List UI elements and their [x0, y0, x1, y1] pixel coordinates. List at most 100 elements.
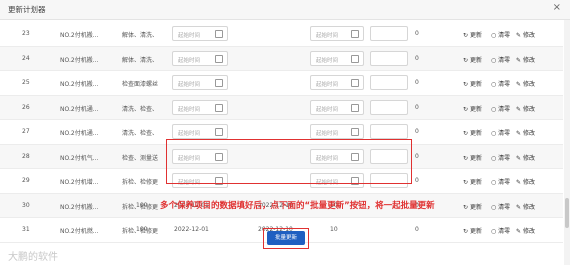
clear-button[interactable]: ○ 清零 — [491, 202, 510, 211]
start-date-input-2[interactable]: 起始时间 — [310, 26, 364, 41]
update-button[interactable]: ↻ 更新 — [463, 153, 482, 162]
quantity-input[interactable] — [370, 26, 408, 41]
edit-button[interactable]: ✎ 修改 — [516, 30, 535, 39]
start-date-input[interactable]: 起始时间 — [172, 50, 228, 66]
count-value: 0 — [415, 226, 419, 233]
calendar-icon — [351, 30, 359, 38]
start-date-input-2[interactable]: 起始时间 — [310, 75, 364, 90]
update-button[interactable]: ↻ 更新 — [463, 30, 482, 39]
item-name: NO.2付机通... — [60, 105, 99, 113]
count-value: 0 — [415, 79, 419, 86]
row-number: 25 — [22, 79, 30, 86]
quantity-input[interactable] — [370, 50, 408, 66]
quantity-input[interactable] — [370, 124, 408, 139]
scrollbar[interactable] — [564, 20, 570, 265]
clear-button[interactable]: ○ 清零 — [491, 128, 510, 137]
edit-button[interactable]: ✎ 修改 — [516, 153, 535, 162]
close-icon[interactable]: × — [553, 2, 561, 13]
count-value: 0 — [415, 30, 419, 37]
item-name: NO.2付机搬... — [60, 203, 99, 211]
item-name: NO.2付机搬... — [60, 56, 99, 64]
calendar-icon — [351, 103, 359, 112]
scrollbar-thumb[interactable] — [565, 198, 569, 228]
calendar-icon — [215, 54, 223, 63]
clear-button[interactable]: ○ 清零 — [491, 55, 510, 64]
table-row: 23 NO.2付机搬... 解体、清洗、... 起始时间 起始时间 0 ↻ 更新… — [0, 22, 563, 47]
update-button[interactable]: ↻ 更新 — [463, 79, 482, 88]
start-date-input[interactable]: 起始时间 — [172, 124, 228, 139]
table-row: 24 NO.2付机搬... 解体、清洗、... 起始时间 起始时间 0 ↻ 更新… — [0, 46, 563, 71]
calendar-icon — [351, 128, 359, 136]
item-description: 清洗、检查、... — [122, 105, 158, 113]
edit-button[interactable]: ✎ 修改 — [516, 226, 535, 235]
update-button[interactable]: ↻ 更新 — [463, 128, 482, 137]
start-date-input-2[interactable]: 起始时间 — [310, 50, 364, 66]
row-number: 23 — [22, 30, 30, 37]
item-name: NO.2付机增... — [60, 179, 99, 186]
count-value: 0 — [415, 128, 419, 135]
edit-button[interactable]: ✎ 修改 — [516, 128, 535, 137]
calendar-icon — [351, 54, 359, 63]
count-value: 0 — [415, 103, 419, 111]
clear-button[interactable]: ○ 清零 — [491, 30, 510, 39]
row-number: 29 — [22, 177, 30, 184]
edit-button[interactable]: ✎ 修改 — [516, 79, 535, 88]
item-description: 解体、清洗、... — [122, 32, 158, 39]
clear-button[interactable]: ○ 清零 — [491, 153, 510, 162]
cycle-value: 100 — [136, 201, 148, 209]
quantity-input[interactable] — [370, 99, 408, 115]
quantity-input[interactable] — [370, 75, 408, 90]
row-number: 27 — [22, 128, 30, 135]
watermark: 大鹏的软件 — [8, 252, 58, 263]
cycle-value: 100 — [136, 226, 148, 233]
calendar-icon — [351, 79, 359, 87]
count-value: 0 — [415, 177, 419, 184]
item-name: NO.2付机搬... — [60, 81, 99, 88]
start-date-input-2[interactable]: 起始时间 — [310, 124, 364, 139]
row-number: 26 — [22, 103, 30, 111]
row-number: 31 — [22, 226, 30, 233]
calendar-icon — [215, 30, 223, 38]
dialog-titlebar: 更新计划器 × — [0, 0, 570, 20]
table-row: 26 NO.2付机通... 清洗、检查、... 起始时间 起始时间 0 ↻ 更新… — [0, 95, 563, 120]
quantity-value: 10 — [330, 226, 338, 233]
update-button[interactable]: ↻ 更新 — [463, 202, 482, 211]
count-value: 0 — [415, 152, 419, 160]
item-name: NO.2付机搬... — [60, 32, 99, 39]
calendar-icon — [215, 79, 223, 87]
clear-button[interactable]: ○ 清零 — [491, 226, 510, 235]
item-name: NO.2付机燃... — [60, 228, 99, 235]
clear-button[interactable]: ○ 清零 — [491, 104, 510, 113]
item-description: 检查、测量送... — [122, 154, 158, 162]
edit-button[interactable]: ✎ 修改 — [516, 177, 535, 186]
annotation-text: 多个保养项目的数据填好后，点下面的“批量更新”按钮，将一起批量更新 — [160, 201, 435, 211]
update-button[interactable]: ↻ 更新 — [463, 55, 482, 64]
batch-update-button[interactable]: 批量更新 — [267, 231, 305, 245]
edit-button[interactable]: ✎ 修改 — [516, 202, 535, 211]
row-number: 24 — [22, 54, 30, 62]
calendar-icon — [215, 128, 223, 136]
table-row: 25 NO.2付机搬... 检查面漆螺丝... 起始时间 起始时间 0 ↻ 更新… — [0, 71, 563, 96]
row-number: 28 — [22, 152, 30, 160]
edit-button[interactable]: ✎ 修改 — [516, 55, 535, 64]
clear-button[interactable]: ○ 清零 — [491, 79, 510, 88]
start-date-input[interactable]: 起始时间 — [172, 75, 228, 90]
start-date-input[interactable]: 起始时间 — [172, 26, 228, 41]
update-button[interactable]: ↻ 更新 — [463, 177, 482, 186]
count-value: 0 — [415, 54, 419, 62]
row-number: 30 — [22, 201, 30, 209]
start-date-value: 2022-12-01 — [174, 226, 209, 233]
start-date-input-2[interactable]: 起始时间 — [310, 99, 364, 115]
item-name: NO.2付机通... — [60, 130, 99, 137]
dialog-title: 更新计划器 — [8, 5, 46, 14]
edit-button[interactable]: ✎ 修改 — [516, 104, 535, 113]
calendar-icon — [215, 103, 223, 112]
update-button[interactable]: ↻ 更新 — [463, 226, 482, 235]
item-description: 解体、清洗、... — [122, 56, 158, 64]
clear-button[interactable]: ○ 清零 — [491, 177, 510, 186]
update-button[interactable]: ↻ 更新 — [463, 104, 482, 113]
item-name: NO.2付机气... — [60, 154, 99, 162]
item-description: 检查面漆螺丝... — [122, 81, 158, 88]
highlight-box — [166, 139, 412, 184]
start-date-input[interactable]: 起始时间 — [172, 99, 228, 115]
